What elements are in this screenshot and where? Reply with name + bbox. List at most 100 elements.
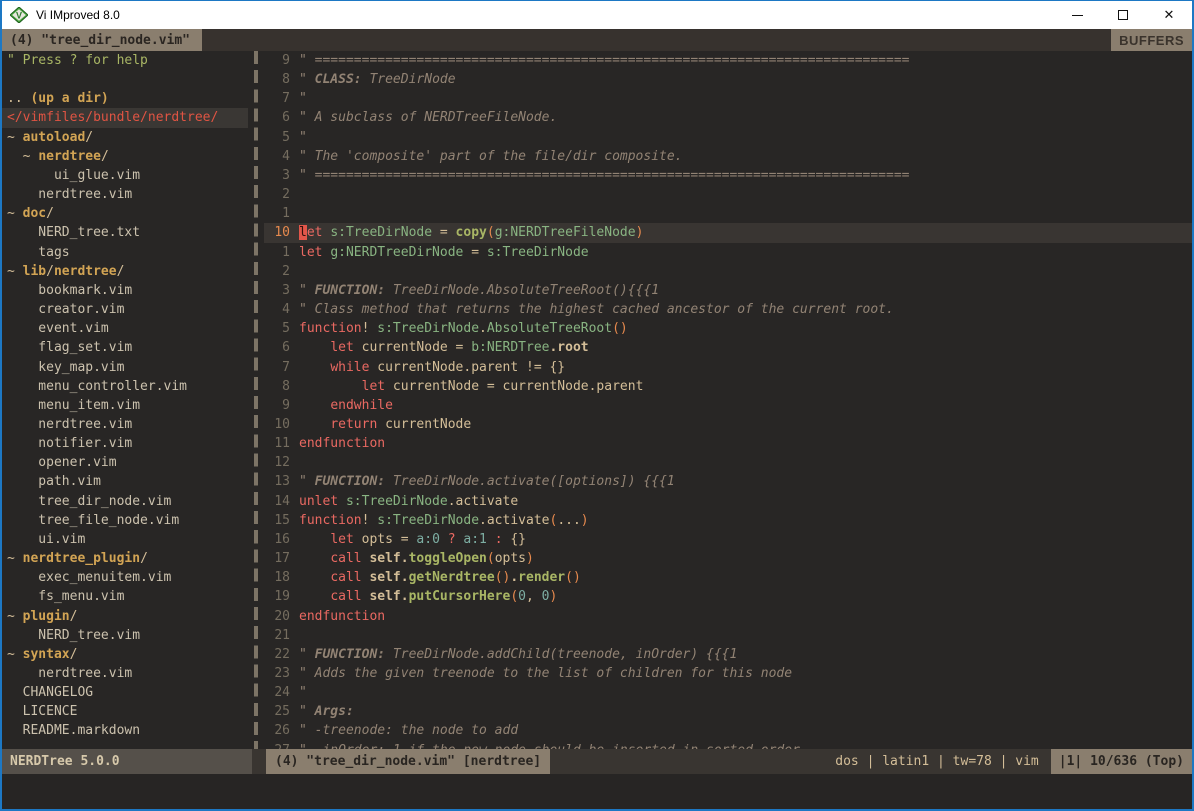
editor-line[interactable]: 25" Args: [264, 702, 1192, 721]
editor-line[interactable]: 1 [264, 204, 1192, 223]
tree-item[interactable]: nerdtree.vim [7, 415, 248, 434]
editor-line[interactable]: 4" The 'composite' part of the file/dir … [264, 147, 1192, 166]
tree-item[interactable]: ~ autoload/ [7, 128, 248, 147]
editor-line[interactable]: 8 let currentNode = currentNode.parent [264, 377, 1192, 396]
line-number: 4 [264, 300, 290, 319]
tree-item[interactable]: path.vim [7, 472, 248, 491]
tree-item[interactable]: key_map.vim [7, 358, 248, 377]
editor-line[interactable]: 8" CLASS: TreeDirNode [264, 70, 1192, 89]
editor-line[interactable]: 2 [264, 185, 1192, 204]
tree-item[interactable] [7, 70, 248, 89]
tree-item[interactable]: .. (up a dir) [7, 89, 248, 108]
tab-active-buffer[interactable]: (4) "tree_dir_node.vim" [2, 29, 202, 51]
tree-item[interactable]: ~ syntax/ [7, 645, 248, 664]
tree-item[interactable]: bookmark.vim [7, 281, 248, 300]
line-number: 6 [264, 108, 290, 127]
tree-item[interactable]: ~ plugin/ [7, 607, 248, 626]
editor-line[interactable]: 7" [264, 89, 1192, 108]
editor-line[interactable]: 17 call self.toggleOpen(opts) [264, 549, 1192, 568]
tree-item[interactable]: ~ lib/nerdtree/ [7, 262, 248, 281]
code-segment [299, 379, 362, 394]
tree-item[interactable]: tags [7, 243, 248, 262]
editor-line[interactable]: 22" FUNCTION: TreeDirNode.addChild(treen… [264, 645, 1192, 664]
tree-item[interactable]: ~ [7, 741, 248, 749]
code-segment: ~ [7, 609, 23, 624]
editor-line[interactable]: 15function! s:TreeDirNode.activate(...) [264, 511, 1192, 530]
tree-item[interactable]: LICENCE [7, 702, 248, 721]
editor-line[interactable]: 23" Adds the given treenode to the list … [264, 664, 1192, 683]
editor-line[interactable]: 20endfunction [264, 607, 1192, 626]
editor-line[interactable]: 16 let opts = a:0 ? a:1 : {} [264, 530, 1192, 549]
code-segment [299, 417, 330, 432]
editor-line[interactable]: 26" -treenode: the node to add [264, 721, 1192, 740]
line-number: 15 [264, 511, 290, 530]
tree-root-item[interactable]: </vimfiles/bundle/nerdtree/ [2, 108, 248, 127]
line-text: let g:NERDTreeDirNode = s:TreeDirNode [299, 243, 589, 262]
editor-line[interactable]: 11endfunction [264, 434, 1192, 453]
editor-line[interactable]: 3" FUNCTION: TreeDirNode.AbsoluteTreeRoo… [264, 281, 1192, 300]
tree-item[interactable]: exec_menuitem.vim [7, 568, 248, 587]
editor-line[interactable]: 9" =====================================… [264, 51, 1192, 70]
tree-item[interactable]: README.markdown [7, 721, 248, 740]
editor-line[interactable]: 6" A subclass of NERDTreeFileNode. [264, 108, 1192, 127]
tree-item[interactable]: tree_file_node.vim [7, 511, 248, 530]
code-segment: " [299, 72, 315, 87]
code-segment: while [330, 360, 369, 375]
tree-item[interactable]: creator.vim [7, 300, 248, 319]
tree-item[interactable]: notifier.vim [7, 434, 248, 453]
tree-item[interactable]: ~ nerdtree_plugin/ [7, 549, 248, 568]
tree-item[interactable]: ~ doc/ [7, 204, 248, 223]
close-button[interactable]: ✕ [1146, 1, 1192, 29]
tree-item[interactable]: nerdtree.vim [7, 185, 248, 204]
code-segment: " [299, 647, 315, 662]
editor-line[interactable]: 9 endwhile [264, 396, 1192, 415]
statusline-filename: (4) "tree_dir_node.vim" [nerdtree] [266, 749, 550, 774]
tree-item[interactable]: menu_item.vim [7, 396, 248, 415]
editor-line[interactable]: 5function! s:TreeDirNode.AbsoluteTreeRoo… [264, 319, 1192, 338]
minimize-button[interactable] [1054, 1, 1100, 29]
tree-item[interactable]: nerdtree.vim [7, 664, 248, 683]
editor-line[interactable]: 7 while currentNode.parent != {} [264, 358, 1192, 377]
code-segment: NERD_tree.vim [7, 628, 140, 643]
code-segment: / [101, 149, 109, 164]
editor-line[interactable]: 27" -inOrder: 1 if the new node should b… [264, 741, 1192, 749]
tree-item[interactable]: ui.vim [7, 530, 248, 549]
editor-line[interactable]: 19 call self.putCursorHere(0, 0) [264, 587, 1192, 606]
command-line[interactable] [2, 774, 1192, 809]
code-segment: ~ [7, 647, 23, 662]
editor-line[interactable]: 24" [264, 683, 1192, 702]
editor-line[interactable]: 2 [264, 262, 1192, 281]
code-segment: " ======================================… [299, 168, 909, 183]
tree-item[interactable]: ui_glue.vim [7, 166, 248, 185]
code-segment [299, 532, 330, 547]
editor-line[interactable]: 13" FUNCTION: TreeDirNode.activate([opti… [264, 472, 1192, 491]
code-segment: syntax [23, 647, 70, 662]
editor-line-current[interactable]: 10let s:TreeDirNode = copy(g:NERDTreeFil… [264, 223, 1192, 242]
editor-line[interactable]: 1let g:NERDTreeDirNode = s:TreeDirNode [264, 243, 1192, 262]
tree-item[interactable]: event.vim [7, 319, 248, 338]
tree-item[interactable]: menu_controller.vim [7, 377, 248, 396]
editor-line[interactable]: 4" Class method that returns the highest… [264, 300, 1192, 319]
window-split-divider[interactable] [248, 51, 264, 749]
tree-item[interactable]: ~ nerdtree/ [7, 147, 248, 166]
editor-line[interactable]: 21 [264, 626, 1192, 645]
editor-line[interactable]: 14unlet s:TreeDirNode.activate [264, 492, 1192, 511]
tree-item[interactable]: " Press ? for help [7, 51, 248, 70]
maximize-button[interactable] [1100, 1, 1146, 29]
tree-item[interactable]: opener.vim [7, 453, 248, 472]
code-segment: function [299, 513, 362, 528]
tree-item[interactable]: NERD_tree.vim [7, 626, 248, 645]
editor-line[interactable]: 3" =====================================… [264, 166, 1192, 185]
tree-item[interactable]: tree_dir_node.vim [7, 492, 248, 511]
editor-line[interactable]: 12 [264, 453, 1192, 472]
editor-line[interactable]: 10 return currentNode [264, 415, 1192, 434]
editor-line[interactable]: 18 call self.getNerdtree().render() [264, 568, 1192, 587]
editor-line[interactable]: 6 let currentNode = b:NERDTree.root [264, 338, 1192, 357]
tree-item[interactable]: fs_menu.vim [7, 587, 248, 606]
code-segment: ~ [7, 264, 23, 279]
line-number: 7 [264, 89, 290, 108]
tree-item[interactable]: CHANGELOG [7, 683, 248, 702]
tree-item[interactable]: flag_set.vim [7, 338, 248, 357]
tree-item[interactable]: NERD_tree.txt [7, 223, 248, 242]
editor-line[interactable]: 5" [264, 128, 1192, 147]
